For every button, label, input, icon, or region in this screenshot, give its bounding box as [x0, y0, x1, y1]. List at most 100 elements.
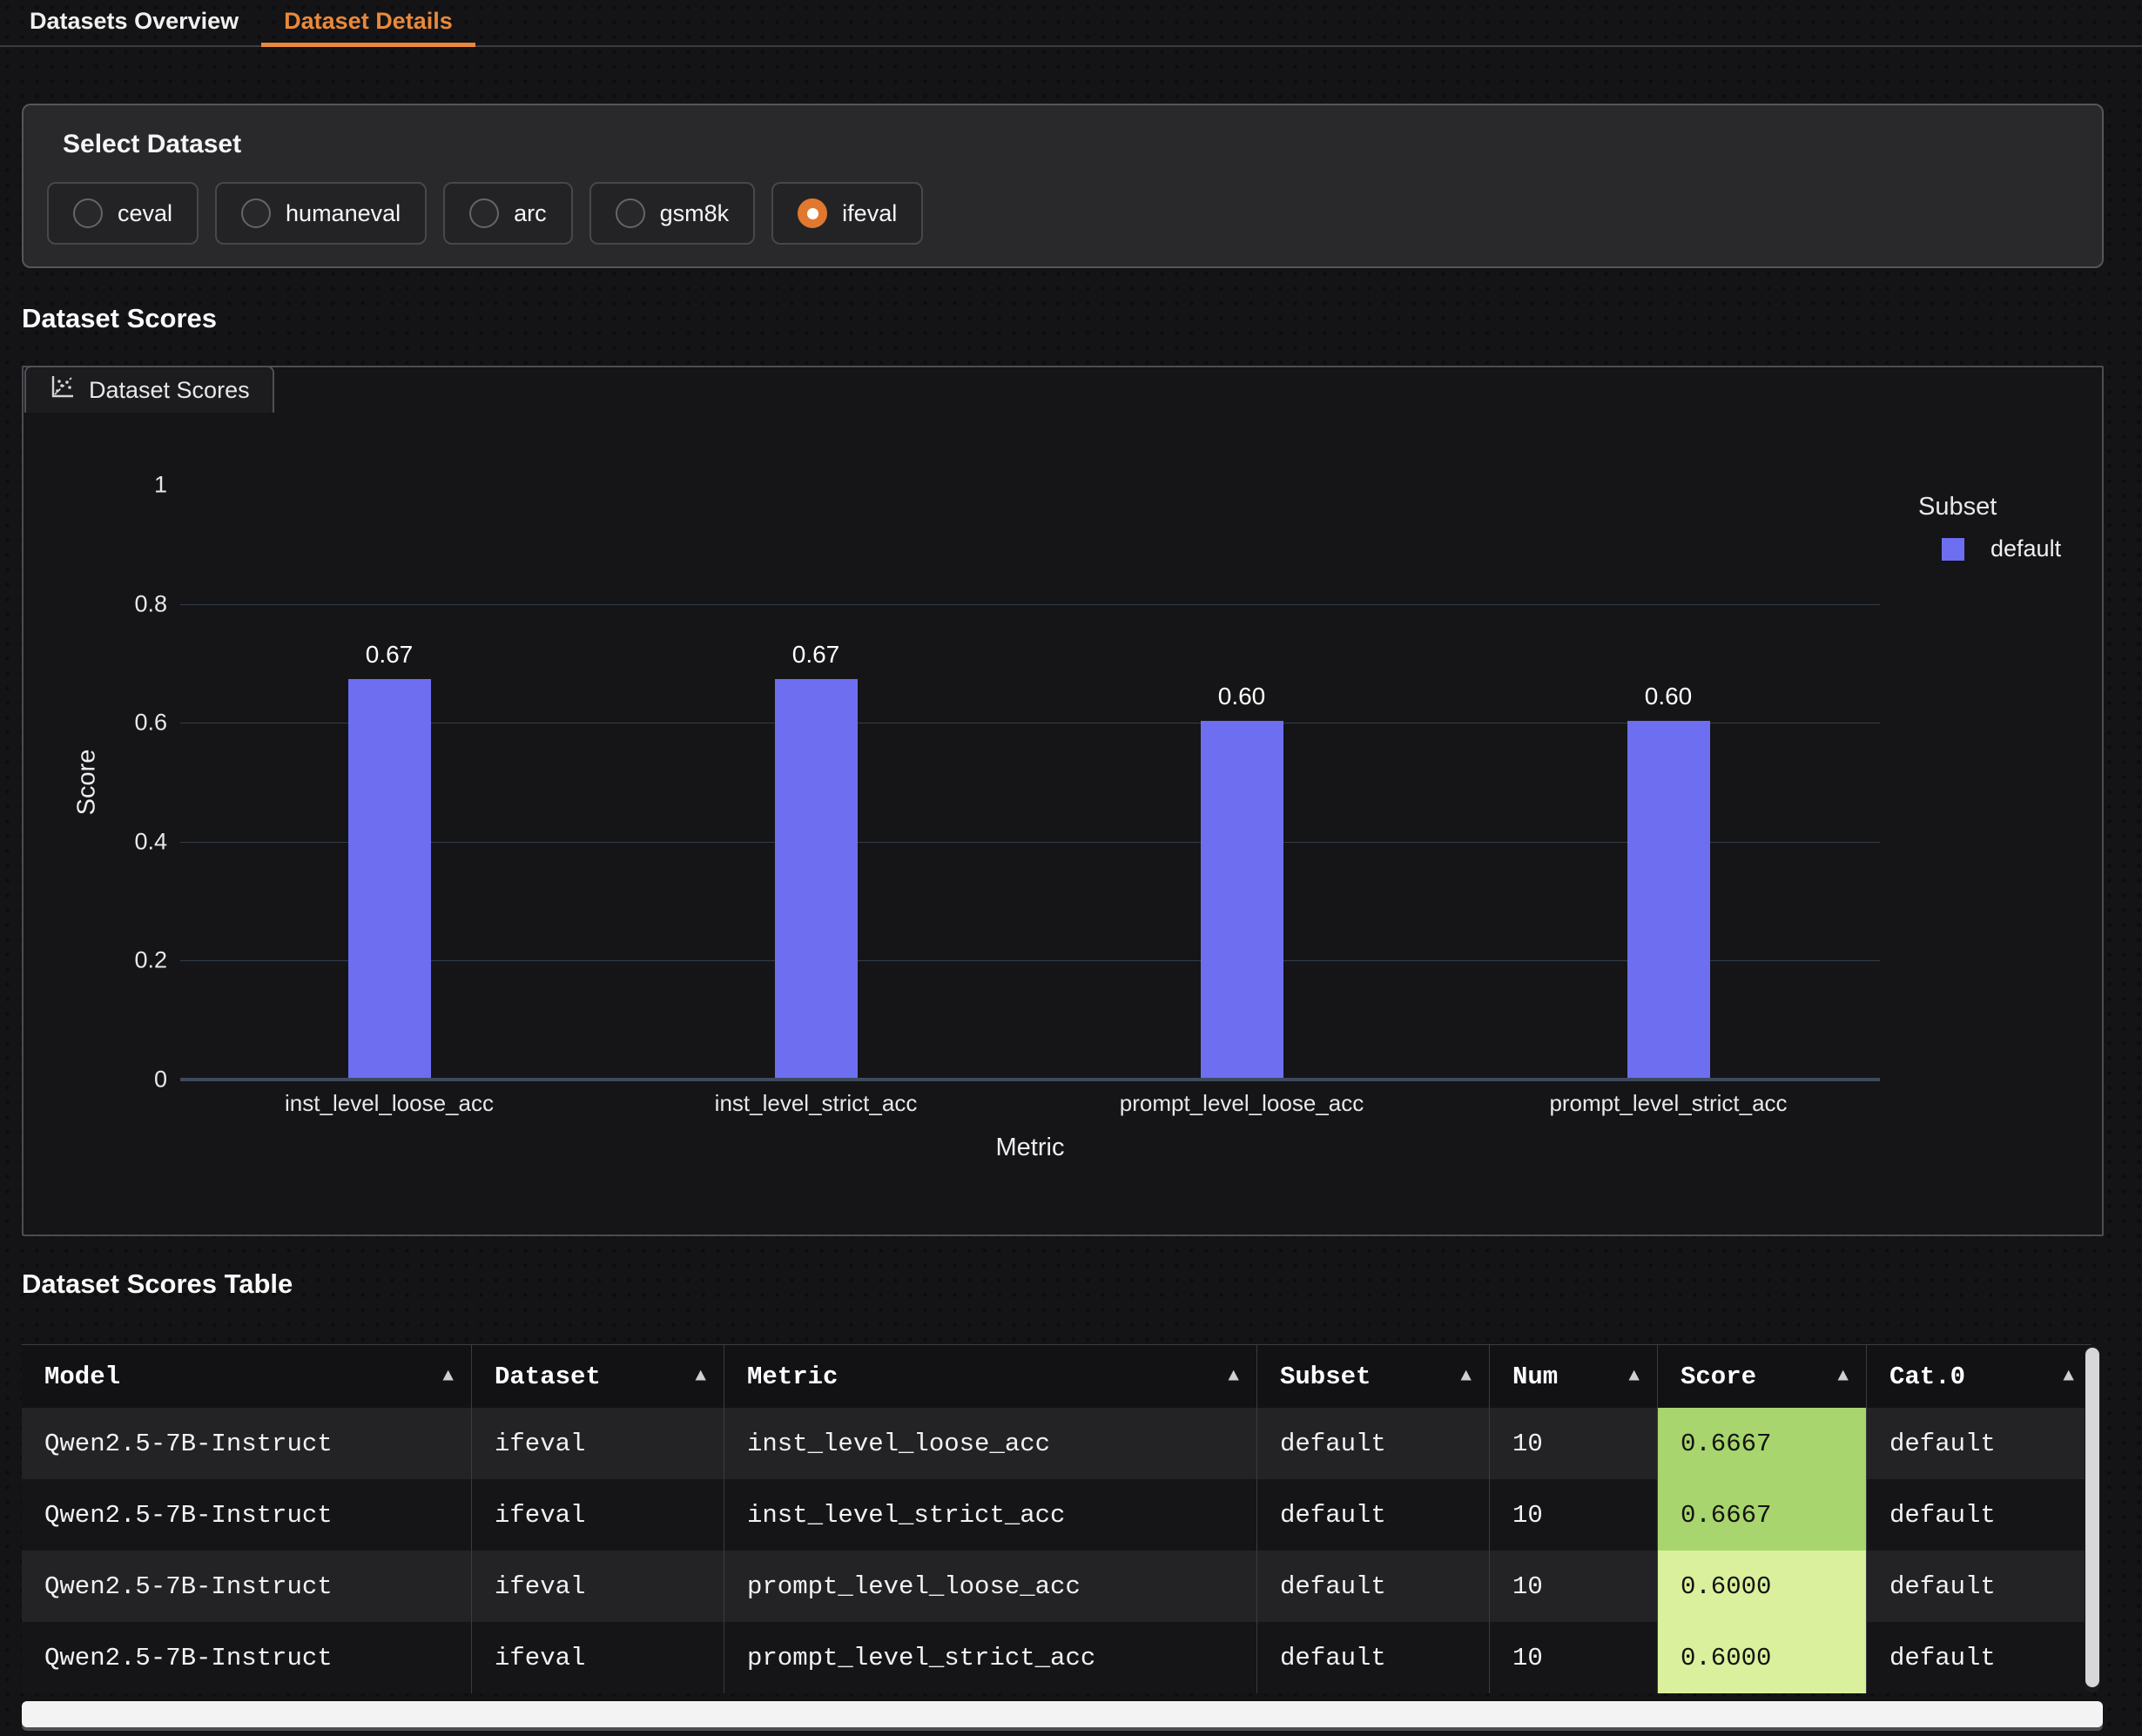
vertical-scrollbar[interactable] — [2085, 1346, 2100, 1692]
column-header-label: Cat.0 — [1889, 1363, 1965, 1391]
radio-icon — [616, 198, 645, 228]
radio-icon — [73, 198, 103, 228]
table-cell: 10 — [1489, 1408, 1657, 1479]
column-header-metric[interactable]: Metric▲ — [724, 1345, 1256, 1408]
table-cell: 10 — [1489, 1479, 1657, 1551]
table-cell: default — [1256, 1551, 1489, 1622]
table-cell: default — [1256, 1408, 1489, 1479]
legend-entry-label: default — [1990, 535, 2061, 562]
table-cell: Qwen2.5-7B-Instruct — [22, 1408, 471, 1479]
gridline — [180, 604, 1880, 605]
table-cell: ifeval — [471, 1479, 724, 1551]
dataset-scores-heading: Dataset Scores — [22, 303, 217, 334]
column-header-model[interactable]: Model▲ — [22, 1345, 471, 1408]
column-header-num[interactable]: Num ▲ — [1489, 1345, 1657, 1408]
dataset-radio-group: ceval humaneval arc gsm8k ifeval — [47, 182, 923, 245]
table-cell: ifeval — [471, 1622, 724, 1693]
chart-panel-tab[interactable]: Dataset Scores — [24, 366, 274, 413]
score-cell: 0.6000 — [1657, 1551, 1866, 1622]
table-cell: default — [1866, 1408, 2091, 1479]
bar-value-label: 0.60 — [1218, 683, 1266, 710]
table-cell: 10 — [1489, 1622, 1657, 1693]
table-cell: default — [1866, 1551, 2091, 1622]
column-header-label: Subset — [1280, 1363, 1371, 1391]
y-tick-label: 0 — [71, 1066, 167, 1093]
table-cell: prompt_level_strict_acc — [724, 1622, 1256, 1693]
select-dataset-panel: Select Dataset ceval humaneval arc gsm8k ife… — [22, 104, 2104, 268]
column-header-label: Dataset — [495, 1363, 601, 1391]
dataset-radio-gsm8k[interactable]: gsm8k — [589, 182, 756, 245]
sort-arrow-icon: ▲ — [1460, 1367, 1472, 1387]
table-row: Qwen2.5-7B-Instructifevalprompt_level_st… — [22, 1622, 2091, 1693]
table-cell: Qwen2.5-7B-Instruct — [22, 1551, 471, 1622]
table-header-row: Model▲Dataset▲Metric▲Subset▲Num▲Score▲Ca… — [22, 1345, 2091, 1408]
column-header-label: Metric — [747, 1363, 838, 1391]
radio-dot — [807, 208, 818, 219]
column-header-label: Model — [44, 1363, 120, 1391]
bar-inst_level_strict_acc — [775, 679, 858, 1078]
bar-value-label: 0.60 — [1645, 683, 1693, 710]
table-cell: 10 — [1489, 1551, 1657, 1622]
dataset-radio-arc[interactable]: arc — [443, 182, 573, 245]
column-header-score[interactable]: Score▲ — [1657, 1345, 1866, 1408]
column-header-cat0[interactable]: Cat.0 ▲ — [1866, 1345, 2091, 1408]
sort-arrow-icon: ▲ — [1628, 1367, 1640, 1387]
tab-dataset-details[interactable]: Dataset Details — [261, 0, 475, 47]
bar-inst_level_loose_acc — [348, 679, 431, 1078]
radio-label: humaneval — [286, 200, 401, 227]
column-header-label: Score — [1681, 1363, 1756, 1391]
legend-swatch — [1942, 538, 1964, 561]
dataset-radio-ceval[interactable]: ceval — [47, 182, 199, 245]
dataset-radio-ifeval[interactable]: ifeval — [771, 182, 923, 245]
table-cell: inst_level_strict_acc — [724, 1479, 1256, 1551]
y-tick-label: 0.2 — [71, 947, 167, 974]
y-tick-label: 0.6 — [71, 710, 167, 737]
select-dataset-label: Select Dataset — [63, 130, 241, 159]
table-cell: Qwen2.5-7B-Instruct — [22, 1622, 471, 1693]
dataset-scores-table: Model▲Dataset▲Metric▲Subset▲Num▲Score▲Ca… — [22, 1344, 2091, 1693]
top-tab-bar: Datasets OverviewDataset Details — [0, 0, 2142, 47]
radio-icon — [798, 198, 827, 228]
gridline — [180, 960, 1880, 961]
vertical-scrollbar-thumb[interactable] — [2085, 1348, 2099, 1687]
chart-legend: Subset default — [1918, 493, 2061, 562]
radio-label: ifeval — [842, 200, 897, 227]
score-cell: 0.6000 — [1657, 1622, 1866, 1693]
legend-entry[interactable]: default — [1918, 535, 2061, 562]
tab-datasets-overview[interactable]: Datasets Overview — [7, 0, 261, 47]
y-tick-label: 0.4 — [71, 828, 167, 855]
y-tick-label: 1 — [71, 472, 167, 499]
table-cell: prompt_level_loose_acc — [724, 1551, 1256, 1622]
bar-value-label: 0.67 — [366, 641, 414, 669]
table-body: Qwen2.5-7B-Instructifevalinst_level_loos… — [22, 1408, 2091, 1693]
dataset-radio-humaneval[interactable]: humaneval — [215, 182, 427, 245]
chart-panel-tab-label: Dataset Scores — [89, 377, 250, 404]
table-cell: default — [1866, 1622, 2091, 1693]
x-tick-label: inst_level_strict_acc — [715, 1090, 918, 1117]
radio-label: ceval — [118, 200, 172, 227]
x-tick-label: inst_level_loose_acc — [285, 1090, 494, 1117]
sort-arrow-icon: ▲ — [2063, 1367, 2074, 1387]
radio-label: arc — [514, 200, 547, 227]
dataset-scores-table-heading: Dataset Scores Table — [22, 1268, 293, 1300]
table-cell: default — [1256, 1622, 1489, 1693]
legend-title: Subset — [1918, 493, 2061, 521]
radio-label: gsm8k — [660, 200, 730, 227]
score-cell: 0.6667 — [1657, 1408, 1866, 1479]
horizontal-scrollbar[interactable] — [22, 1701, 2103, 1727]
table-cell: inst_level_loose_acc — [724, 1408, 1256, 1479]
sort-arrow-icon: ▲ — [695, 1367, 706, 1387]
x-axis-line — [180, 1078, 1880, 1081]
y-tick-label: 0.8 — [71, 590, 167, 617]
y-axis-title: Score — [73, 735, 102, 831]
column-header-label: Num — [1512, 1363, 1558, 1391]
table-cell: Qwen2.5-7B-Instruct — [22, 1479, 471, 1551]
gridline — [180, 842, 1880, 843]
column-header-dataset[interactable]: Dataset ▲ — [471, 1345, 724, 1408]
x-axis-title: Metric — [996, 1134, 1065, 1162]
table-row: Qwen2.5-7B-Instructifevalprompt_level_lo… — [22, 1551, 2091, 1622]
table-row: Qwen2.5-7B-Instructifevalinst_level_loos… — [22, 1408, 2091, 1479]
column-header-subset[interactable]: Subset ▲ — [1256, 1345, 1489, 1408]
scatter-chart-icon — [49, 374, 75, 407]
bar-prompt_level_strict_acc — [1627, 721, 1710, 1078]
